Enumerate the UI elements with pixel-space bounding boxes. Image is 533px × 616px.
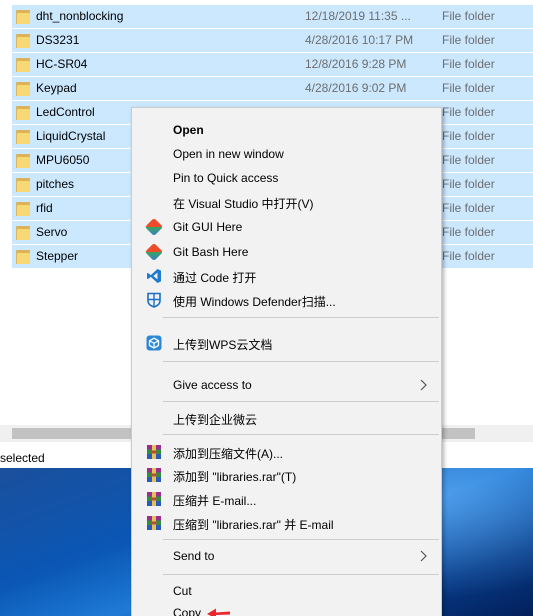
menu-item-label: Git GUI Here (173, 220, 243, 234)
file-name: Stepper (36, 249, 79, 263)
cloud-box-icon (146, 335, 162, 351)
file-type: File folder (442, 129, 495, 143)
file-name: Keypad (36, 81, 77, 95)
file-row[interactable]: dht_nonblocking 12/18/2019 11:35 ... Fil… (12, 5, 533, 28)
menu-item-label: 添加到压缩文件(A)... (173, 447, 283, 461)
menu-item-open-new-window[interactable]: Open in new window (132, 143, 441, 165)
file-date: 4/28/2016 9:02 PM (305, 81, 407, 95)
file-date: 12/18/2019 11:35 ... (305, 9, 411, 23)
file-date: 12/8/2016 9:28 PM (305, 57, 407, 71)
menu-item-send-to[interactable]: Send to (132, 545, 441, 567)
git-icon (144, 217, 164, 237)
file-name: LiquidCrystal (36, 129, 106, 143)
file-type: File folder (442, 177, 495, 191)
file-type: File folder (442, 57, 495, 71)
file-name: rfid (36, 201, 53, 215)
folder-icon (16, 201, 30, 216)
chevron-right-icon (419, 377, 429, 393)
folder-icon (16, 9, 30, 24)
menu-item-git-gui[interactable]: Git GUI Here (132, 216, 441, 238)
menu-item-label: Give access to (173, 378, 252, 392)
winrar-icon (146, 444, 162, 460)
menu-item-add-libraries-rar[interactable]: 添加到 "libraries.rar"(T) (132, 464, 441, 486)
file-name: MPU6050 (36, 153, 90, 167)
folder-icon (16, 177, 30, 192)
context-menu: Open Open in new window Pin to Quick acc… (131, 107, 442, 616)
menu-item-open-code[interactable]: 通过 Code 打开 (132, 265, 441, 287)
file-name: dht_nonblocking (36, 9, 124, 23)
folder-icon (16, 225, 30, 240)
winrar-icon (146, 491, 162, 507)
menu-item-label: 压缩到 "libraries.rar" 并 E-mail (173, 518, 334, 532)
menu-separator (163, 539, 439, 540)
winrar-icon (146, 467, 162, 483)
menu-item-label: 在 Visual Studio 中打开(V) (173, 197, 314, 211)
file-type: File folder (442, 105, 495, 119)
folder-icon (16, 57, 30, 72)
file-row[interactable]: DS3231 4/28/2016 10:17 PM File folder (12, 29, 533, 52)
file-name: HC-SR04 (36, 57, 88, 71)
menu-item-label: 使用 Windows Defender扫描... (173, 295, 336, 309)
menu-separator (163, 574, 439, 575)
menu-item-pin-quick-access[interactable]: Pin to Quick access (132, 167, 441, 189)
menu-item-give-access[interactable]: Give access to (132, 374, 441, 396)
folder-icon (16, 129, 30, 144)
file-name: DS3231 (36, 33, 80, 47)
menu-item-open-visual-studio[interactable]: 在 Visual Studio 中打开(V) (132, 191, 441, 213)
chevron-right-icon (419, 548, 429, 564)
menu-item-copy[interactable]: Copy (132, 602, 441, 616)
menu-separator (163, 317, 439, 318)
file-type: File folder (442, 9, 495, 23)
file-date: 4/28/2016 10:17 PM (305, 33, 414, 47)
file-type: File folder (442, 201, 495, 215)
menu-item-label: 上传到WPS云文档 (173, 338, 273, 352)
file-name: pitches (36, 177, 75, 191)
menu-item-upload-wps[interactable]: 上传到WPS云文档 (132, 332, 441, 354)
file-type: File folder (442, 225, 495, 239)
menu-separator (163, 361, 439, 362)
menu-item-label: 上传到企业微云 (173, 413, 258, 427)
folder-icon (16, 81, 30, 96)
menu-item-label: 添加到 "libraries.rar"(T) (173, 470, 297, 484)
file-name: Servo (36, 225, 68, 239)
file-row[interactable]: Keypad 4/28/2016 9:02 PM File folder (12, 77, 533, 100)
menu-item-defender-scan[interactable]: 使用 Windows Defender扫描... (132, 289, 441, 311)
annotation-arrow-icon (206, 606, 232, 616)
menu-item-label: Cut (173, 584, 192, 598)
menu-separator (163, 401, 439, 402)
shield-icon (146, 292, 162, 308)
file-type: File folder (442, 153, 495, 167)
status-text: selected (0, 451, 45, 465)
file-row[interactable]: HC-SR04 12/8/2016 9:28 PM File folder (12, 53, 533, 76)
menu-item-add-archive[interactable]: 添加到压缩文件(A)... (132, 441, 441, 463)
menu-item-label: Open (173, 123, 204, 137)
menu-item-label: 通过 Code 打开 (173, 271, 257, 285)
menu-item-git-bash[interactable]: Git Bash Here (132, 241, 441, 263)
menu-item-compress-email[interactable]: 压缩并 E-mail... (132, 488, 441, 510)
winrar-icon (146, 515, 162, 531)
menu-item-compress-rar-email[interactable]: 压缩到 "libraries.rar" 并 E-mail (132, 512, 441, 534)
git-icon (144, 242, 164, 262)
vscode-icon (146, 268, 162, 284)
file-type: File folder (442, 249, 495, 263)
menu-item-cut[interactable]: Cut (132, 580, 441, 602)
file-name: LedControl (36, 105, 95, 119)
menu-item-label: Git Bash Here (173, 245, 249, 259)
menu-item-open[interactable]: Open (132, 119, 441, 141)
folder-icon (16, 249, 30, 264)
menu-item-label: Send to (173, 549, 215, 563)
file-type: File folder (442, 81, 495, 95)
menu-separator (163, 434, 439, 435)
menu-item-label: Pin to Quick access (173, 171, 279, 185)
menu-item-label: Open in new window (173, 147, 284, 161)
file-type: File folder (442, 33, 495, 47)
menu-item-upload-enterprise[interactable]: 上传到企业微云 (132, 407, 441, 429)
menu-item-label: Copy (173, 606, 202, 616)
folder-icon (16, 105, 30, 120)
folder-icon (16, 33, 30, 48)
folder-icon (16, 153, 30, 168)
menu-item-label: 压缩并 E-mail... (173, 494, 257, 508)
